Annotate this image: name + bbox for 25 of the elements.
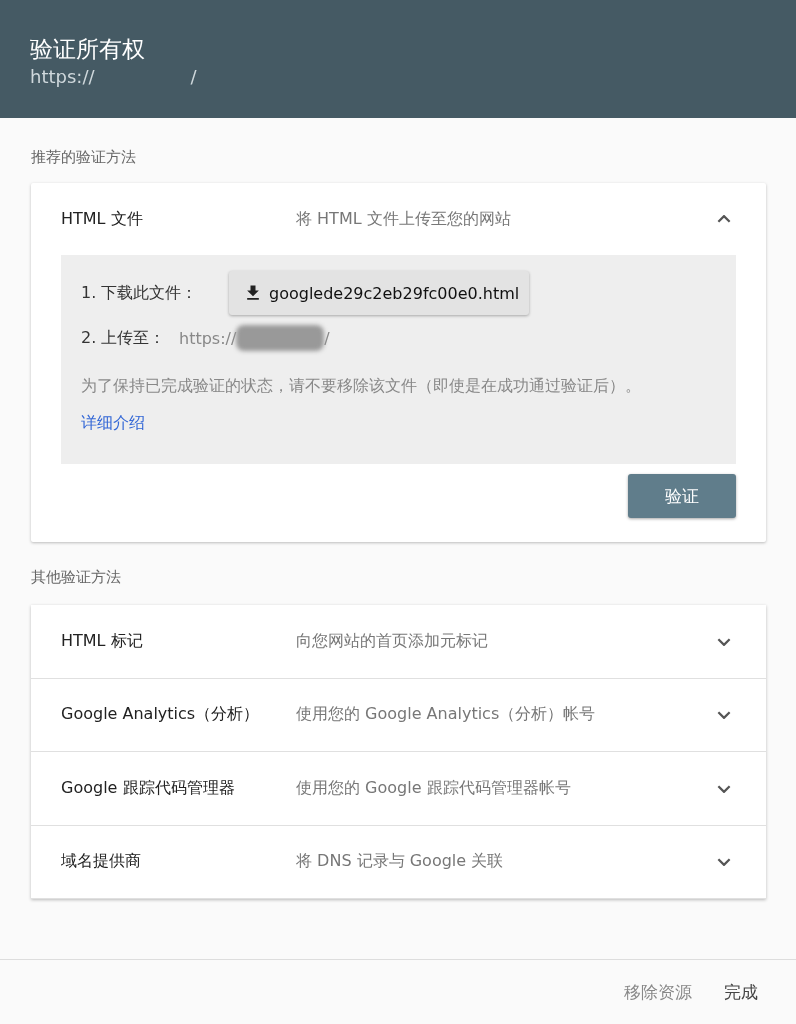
section-heading: 其他验证方法	[31, 568, 122, 587]
upload-url: /	[324, 328, 330, 348]
method-row[interactable]: Google Analytics（分析） 使用您的 Google Analytics（分析）帐号	[31, 678, 766, 752]
learn-more-link[interactable]: 详细介绍	[81, 413, 145, 434]
note-text: 为了保持已完成验证的状态，请不要移除该文件（即使是在成功通过验证后）。	[81, 375, 642, 397]
step-label: 1. 下载此文件：	[81, 282, 199, 304]
chevron-icon	[717, 636, 731, 646]
method-row[interactable]: 域名提供商 将 DNS 记录与 Google 关联	[31, 825, 766, 899]
upload-url: https://	[179, 328, 237, 348]
method-row[interactable]: HTML 标记 向您网站的首页添加元标记	[31, 605, 766, 679]
method-row[interactable]: HTML 文件 将 HTML 文件上传至您的网站	[31, 183, 766, 255]
property-url: https://	[30, 66, 95, 87]
verify-button[interactable]: 验证	[628, 474, 736, 518]
method-row[interactable]: Google 跟踪代码管理器 使用您的 Google 跟踪代码管理器帐号	[31, 752, 766, 826]
dialog-title: 验证所有权	[30, 35, 146, 64]
chevron-icon	[717, 214, 731, 224]
footer-button[interactable]: 完成	[716, 972, 766, 1012]
chevron-icon	[717, 710, 731, 720]
footer-button[interactable]: 移除资源	[616, 972, 700, 1012]
section-heading: 推荐的验证方法	[31, 148, 137, 167]
step-label: 2. 上传至：	[81, 327, 167, 349]
download-button[interactable]: googlede29c2eb29fc00e0.html	[229, 271, 530, 315]
chevron-icon	[717, 783, 731, 793]
property-url: /	[190, 66, 197, 87]
chevron-icon	[717, 857, 731, 867]
